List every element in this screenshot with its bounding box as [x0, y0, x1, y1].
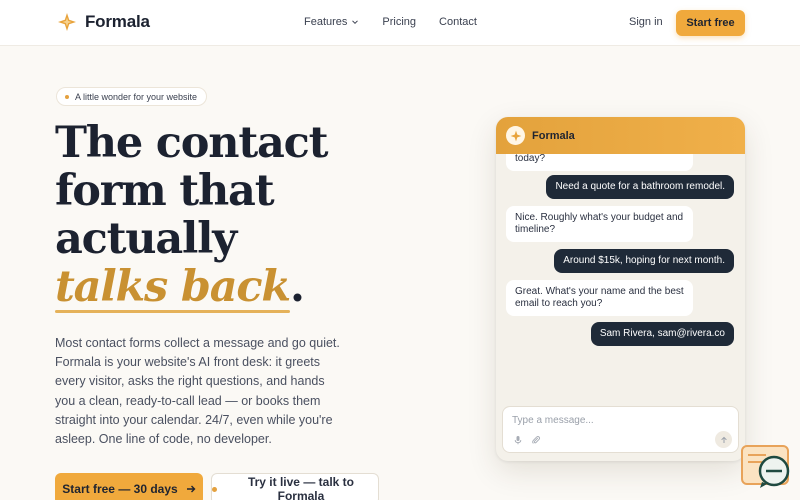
chat-launcher-icon[interactable] — [740, 444, 792, 490]
send-arrow-icon — [720, 436, 727, 443]
headline-line-2: form that — [55, 166, 275, 216]
send-button[interactable] — [715, 431, 732, 448]
chat-user-message: Around $15k, hoping for next month. — [554, 249, 734, 273]
cta-primary-label: Start free — 30 days — [62, 482, 178, 496]
chat-header: Formala — [496, 117, 745, 154]
tagline-pill: A little wonder for your website — [56, 87, 208, 106]
tagline-text: A little wonder for your website — [75, 91, 198, 102]
headline-accent: talks back — [55, 262, 291, 312]
sparkle-logo-icon — [58, 13, 76, 31]
hero-headline: The contact form that actually talks bac… — [55, 118, 415, 313]
logo-text: Formala — [85, 12, 150, 31]
chat-user-message: Need a quote for a bathroom remodel. — [546, 175, 734, 199]
nav-contact[interactable]: Contact — [439, 16, 477, 28]
accent-underline — [55, 310, 290, 313]
chat-avatar — [506, 126, 525, 145]
mic-icon[interactable] — [513, 435, 523, 445]
cta-secondary-label: Try it live — talk to Formala — [247, 475, 354, 500]
pill-dot — [65, 94, 69, 99]
chat-bot-message: today? — [506, 154, 693, 171]
live-dot — [212, 486, 217, 492]
chat-bot-message: Great. What's your name and the best ema… — [506, 280, 693, 316]
nav-features-label: Features — [304, 16, 348, 28]
headline-period: . — [289, 262, 305, 312]
arrow-right-icon — [186, 485, 196, 493]
top-nav: Formala Features Pricing Contact Sign in… — [0, 0, 800, 46]
sparkle-avatar-icon — [510, 130, 521, 141]
paperclip-icon[interactable] — [531, 435, 541, 445]
logo[interactable]: Formala — [57, 12, 150, 32]
chevron-down-icon — [352, 20, 359, 25]
chat-message-input[interactable] — [512, 413, 712, 427]
headline-accent-wrap: talks back — [55, 262, 291, 313]
chat-widget: Formala today? Need a quote for a bathro… — [496, 117, 745, 461]
sign-in-link[interactable]: Sign in — [629, 16, 663, 28]
nav-pricing[interactable]: Pricing — [382, 16, 416, 28]
chat-input-box — [502, 406, 739, 453]
chat-messages[interactable]: today? Need a quote for a bathroom remod… — [496, 154, 745, 404]
chat-user-message: Sam Rivera, sam@rivera.co — [590, 322, 734, 346]
nav-features[interactable]: Features — [304, 16, 359, 28]
chat-title: Formala — [532, 129, 575, 142]
headline-line-1: The contact — [55, 118, 328, 168]
chat-bot-message: Nice. Roughly what's your budget and tim… — [506, 206, 693, 242]
start-free-button[interactable]: Start free — [676, 10, 745, 36]
try-it-live-button[interactable]: Try it live — talk to Formala — [211, 473, 379, 500]
start-free-trial-button[interactable]: Start free — 30 days — [55, 473, 203, 500]
headline-line-4: talks back . — [55, 262, 415, 313]
headline-line-3: actually — [55, 214, 237, 264]
nav-links: Features Pricing Contact — [304, 16, 477, 28]
hero-subcopy: Most contact forms collect a message and… — [55, 336, 340, 447]
